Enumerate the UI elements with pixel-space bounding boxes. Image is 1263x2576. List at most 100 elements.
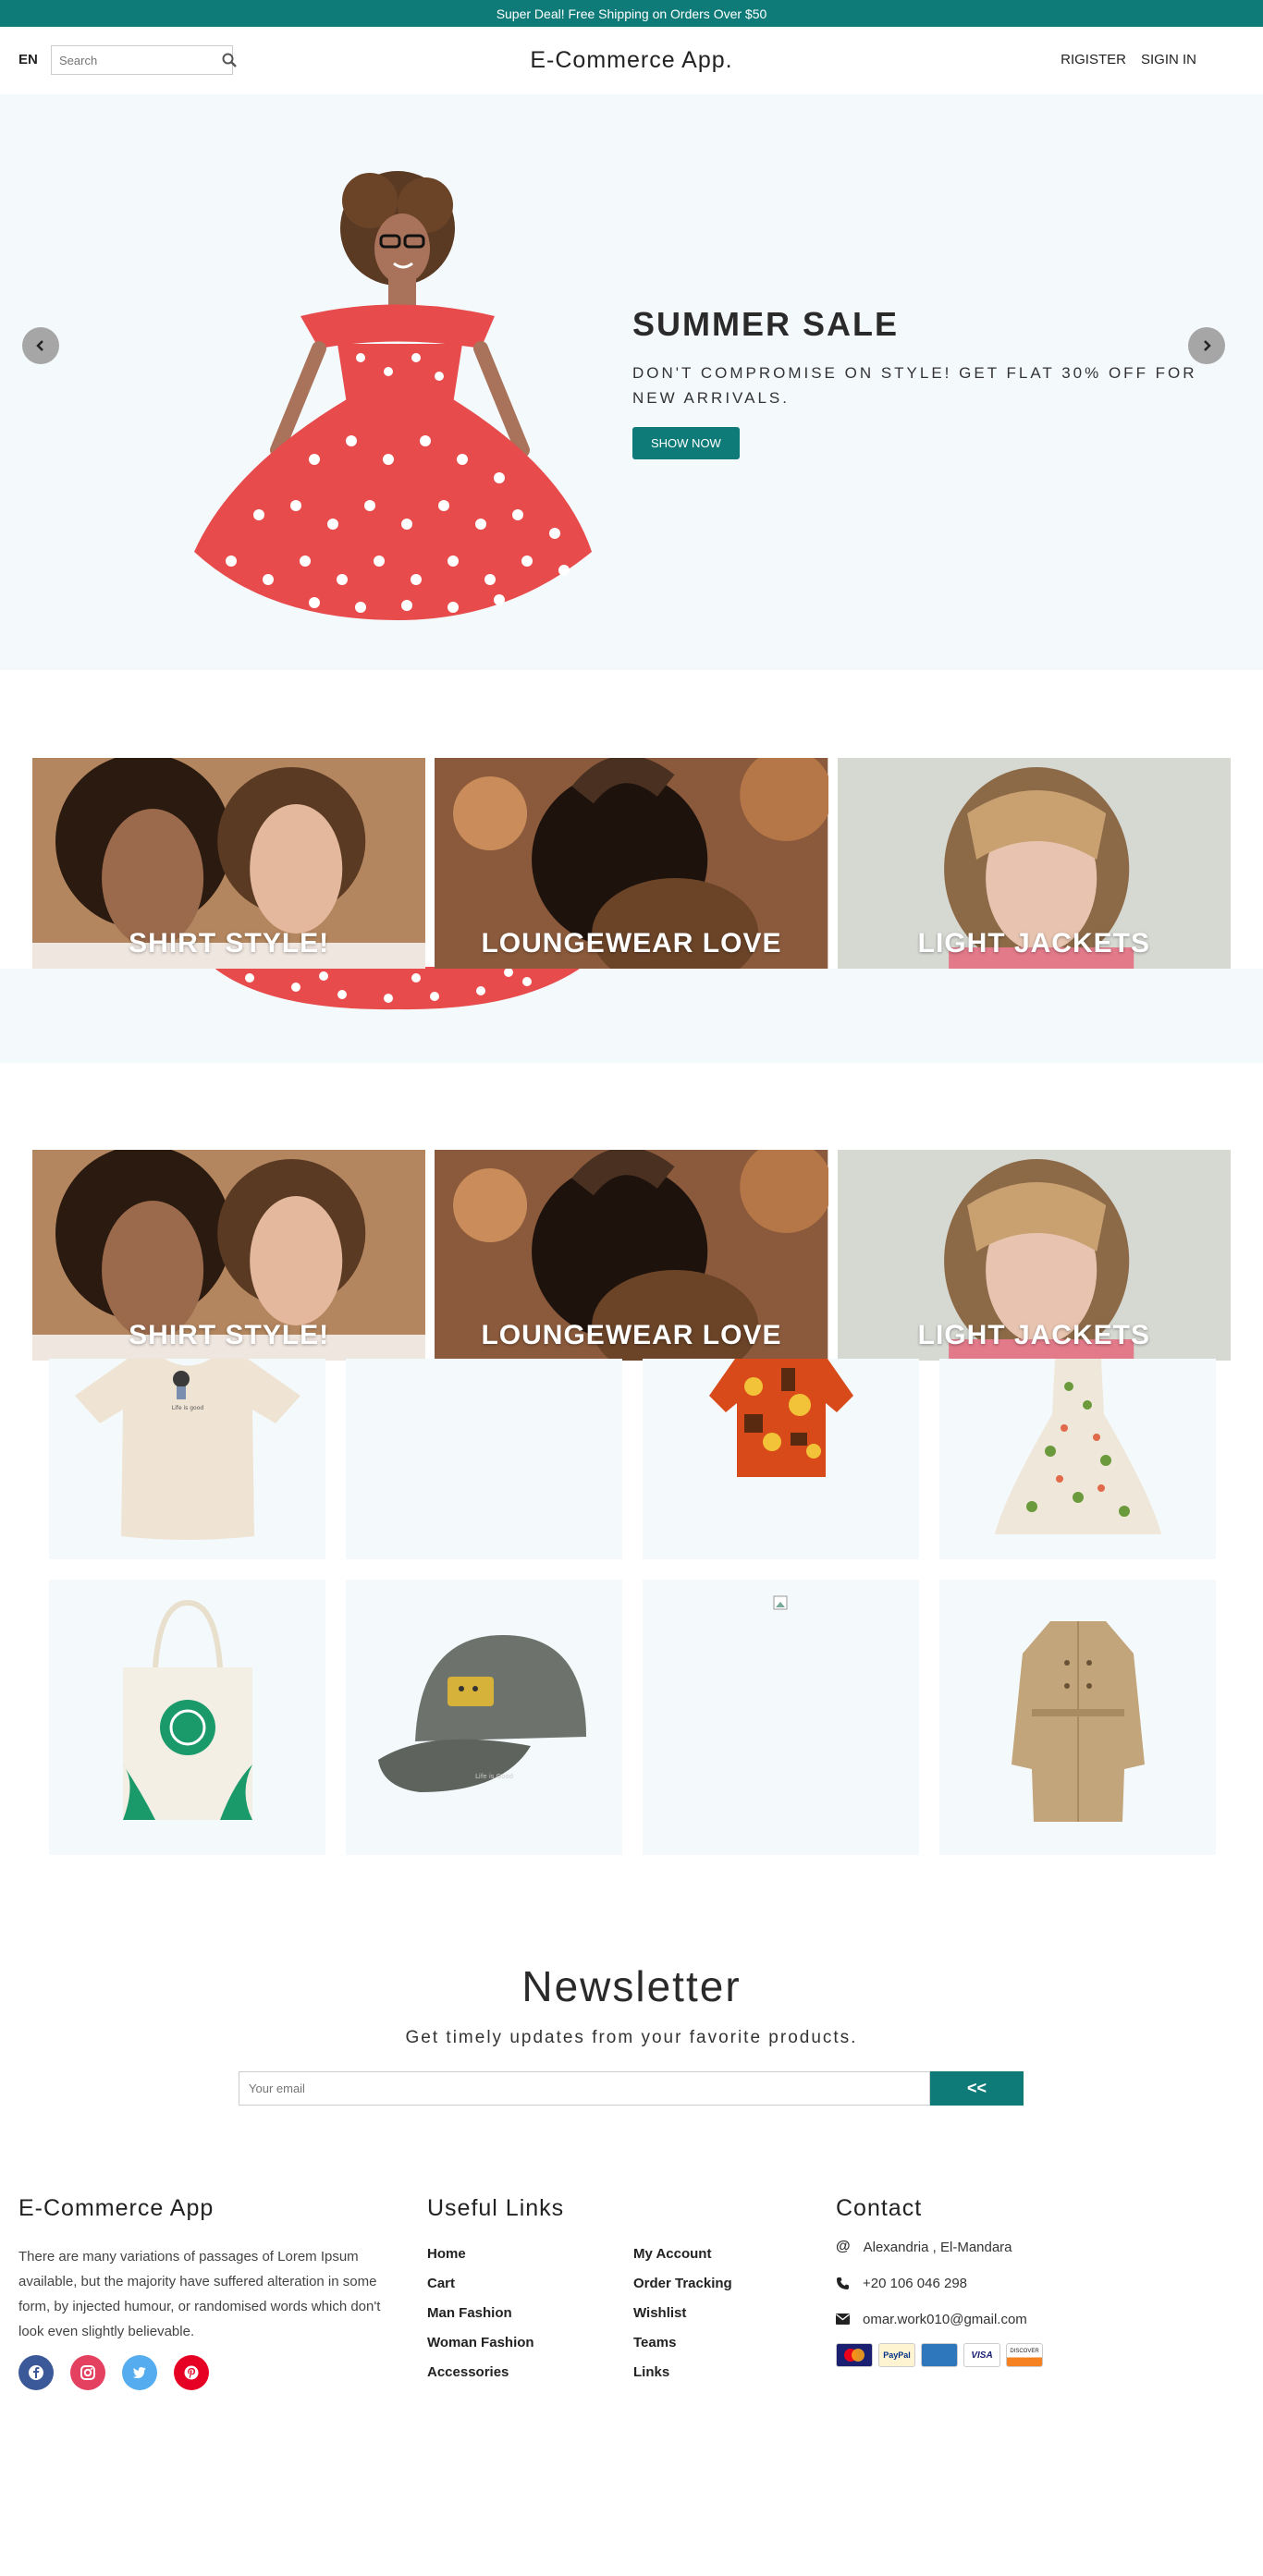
cap-image: Life is Good xyxy=(378,1635,586,1792)
register-link[interactable]: RIGISTER xyxy=(1061,52,1126,67)
category-card-jackets[interactable]: LIGHT JACKETS xyxy=(837,758,1231,969)
navbar: EN E-Commerce App. RIGISTER SIGIN IN xyxy=(0,27,1263,94)
category-card-jackets[interactable]: LIGHT JACKETS xyxy=(837,1150,1231,1361)
category-row-2: SHIRT STYLE! LOUNGEWEAR LOVE LIGHT JACKE… xyxy=(32,1150,1231,1361)
product-card-shirt[interactable] xyxy=(643,1359,919,1559)
footer-contact: Contact @ Alexandria , El-Mandara +20 10… xyxy=(836,2195,1043,2367)
tshirt-image: Life is good xyxy=(75,1359,300,1540)
product-row: Life is Good xyxy=(49,1580,1216,1855)
paypal-label: PayPal xyxy=(883,2350,911,2360)
pinterest-icon[interactable] xyxy=(174,2355,209,2390)
category-label: LOUNGEWEAR LOVE xyxy=(481,1320,782,1350)
newsletter-section: Newsletter Get timely updates from your … xyxy=(0,1961,1263,2106)
subscribe-button[interactable]: << xyxy=(930,2071,1024,2106)
footer-link-wishlist[interactable]: Wishlist xyxy=(633,2305,840,2321)
category-row-1: SHIRT STYLE! LOUNGEWEAR LOVE LIGHT JACKE… xyxy=(32,758,1231,969)
product-card-dress[interactable] xyxy=(939,1359,1216,1559)
announcement-text: Super Deal! Free Shipping on Orders Over… xyxy=(496,6,767,21)
paypal-icon: PayPal xyxy=(878,2343,915,2367)
facebook-icon[interactable] xyxy=(18,2355,54,2390)
trench-coat-image xyxy=(1012,1621,1145,1822)
product-row: Life is good xyxy=(49,1359,1216,1559)
social-links xyxy=(18,2355,407,2390)
visa-icon: VISA xyxy=(963,2343,1000,2367)
language-selector[interactable]: EN xyxy=(18,52,38,67)
contact-email: omar.work010@gmail.com xyxy=(836,2308,1043,2330)
chevron-left-icon xyxy=(36,340,43,351)
category-label: SHIRT STYLE! xyxy=(129,928,330,958)
contact-address: @ Alexandria , El-Mandara xyxy=(836,2236,1043,2258)
footer-link-man-fashion[interactable]: Man Fashion xyxy=(427,2305,633,2321)
hero-slider: SUMMER SALE DON'T COMPROMISE ON STYLE! G… xyxy=(0,94,1263,670)
footer-about-text: There are many variations of passages of… xyxy=(18,2249,381,2339)
signin-link[interactable]: SIGIN IN xyxy=(1141,52,1196,67)
footer-links-title: Useful Links xyxy=(427,2195,565,2221)
product-card-cap[interactable]: Life is Good xyxy=(346,1580,622,1855)
shop-now-button[interactable]: SHOW NOW xyxy=(632,427,740,459)
product-card-tote-bag[interactable] xyxy=(49,1580,325,1855)
hero-overflow-image xyxy=(213,967,582,1010)
slider-prev-button[interactable] xyxy=(22,327,59,364)
category-card-shirt[interactable]: SHIRT STYLE! xyxy=(32,758,426,969)
floral-dress-image xyxy=(995,1359,1161,1534)
footer-about-title: E-Commerce App xyxy=(18,2195,215,2221)
footer-links: Useful Links Home My Account Cart Order … xyxy=(427,2195,840,2380)
search-icon[interactable] xyxy=(222,46,237,74)
footer-link-accessories[interactable]: Accessories xyxy=(427,2364,633,2380)
footer-link-my-account[interactable]: My Account xyxy=(633,2246,840,2262)
search-input[interactable] xyxy=(52,46,222,74)
search-box xyxy=(51,45,237,75)
hero-description: DON'T COMPROMISE ON STYLE! GET FLAT 30% … xyxy=(632,364,1197,407)
category-label: LIGHT JACKETS xyxy=(917,1320,1150,1350)
patterned-shirt-image xyxy=(709,1359,853,1477)
discover-icon: DISCOVER xyxy=(1006,2343,1043,2367)
contact-phone: +20 106 046 298 xyxy=(836,2272,1043,2294)
visa-label: VISA xyxy=(971,2350,993,2361)
newsletter-title: Newsletter xyxy=(521,1962,742,2010)
svg-text:Life is Good: Life is Good xyxy=(475,1773,513,1780)
mastercard-icon xyxy=(836,2343,873,2367)
payment-cards: PayPal VISA DISCOVER xyxy=(836,2343,1043,2367)
product-card-broken-image[interactable] xyxy=(643,1580,919,1855)
footer-link-woman-fashion[interactable]: Woman Fashion xyxy=(427,2335,633,2350)
auth-links: RIGISTER SIGIN IN xyxy=(1061,52,1196,67)
address-text: Alexandria , El-Mandara xyxy=(863,2239,1012,2255)
footer-link-teams[interactable]: Teams xyxy=(633,2335,840,2350)
newsletter-form: << xyxy=(239,2071,1024,2106)
product-grid: Life is good Life is Good xyxy=(49,1359,1216,1875)
email-field[interactable] xyxy=(239,2071,930,2106)
product-card-tshirt[interactable]: Life is good xyxy=(49,1359,325,1559)
category-card-loungewear[interactable]: LOUNGEWEAR LOVE xyxy=(435,758,828,969)
hero-title: SUMMER SALE xyxy=(632,305,900,343)
footer-about: E-Commerce App There are many variations… xyxy=(18,2195,407,2390)
slider-next-button[interactable] xyxy=(1188,327,1225,364)
phone-text: +20 106 046 298 xyxy=(863,2275,968,2291)
category-card-loungewear[interactable]: LOUNGEWEAR LOVE xyxy=(435,1150,828,1361)
footer-link-cart[interactable]: Cart xyxy=(427,2276,633,2291)
footer-link-links[interactable]: Links xyxy=(633,2364,840,2380)
footer-link-order-tracking[interactable]: Order Tracking xyxy=(633,2276,840,2291)
category-label: LIGHT JACKETS xyxy=(917,928,1150,958)
category-label: SHIRT STYLE! xyxy=(129,1320,330,1350)
tote-bag-image xyxy=(123,1599,252,1820)
chevron-right-icon xyxy=(1204,340,1211,351)
footer-contact-title: Contact xyxy=(836,2195,923,2221)
twitter-icon[interactable] xyxy=(122,2355,157,2390)
at-icon: @ xyxy=(836,2239,851,2254)
broken-image-icon xyxy=(773,1595,788,1610)
footer-link-home[interactable]: Home xyxy=(427,2246,633,2262)
product-card-empty[interactable] xyxy=(346,1359,622,1559)
svg-text:Life is good: Life is good xyxy=(172,1405,204,1411)
hero-model-image xyxy=(194,171,592,620)
product-card-trench-coat[interactable] xyxy=(939,1580,1216,1855)
email-text: omar.work010@gmail.com xyxy=(863,2311,1027,2327)
category-band-background xyxy=(0,969,1263,1063)
category-card-shirt[interactable]: SHIRT STYLE! xyxy=(32,1150,426,1361)
phone-icon xyxy=(837,2277,849,2289)
newsletter-description: Get timely updates from your favorite pr… xyxy=(405,2028,858,2047)
useful-links-list: Home My Account Cart Order Tracking Man … xyxy=(427,2246,840,2380)
envelope-icon xyxy=(836,2314,850,2325)
instagram-icon[interactable] xyxy=(70,2355,105,2390)
discover-label: DISCOVER xyxy=(1010,2349,1039,2354)
category-label: LOUNGEWEAR LOVE xyxy=(481,928,782,958)
